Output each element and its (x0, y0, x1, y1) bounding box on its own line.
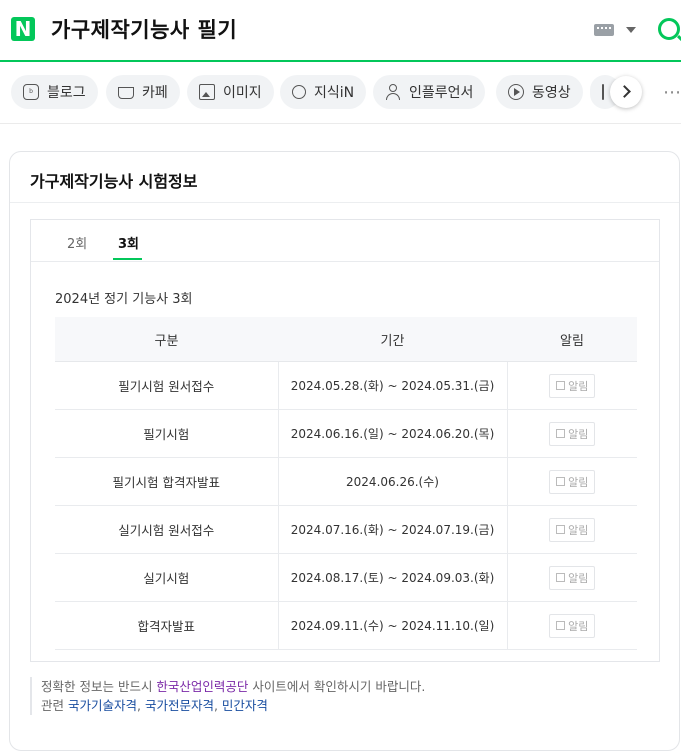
image-icon (199, 84, 215, 100)
search-tabs-bar: b 블로그 카페 이미지 지식iN 인플루언서 동영상 ⋯ (0, 63, 681, 124)
tab-image[interactable]: 이미지 (187, 75, 274, 109)
schedule-table: 구분 기간 알림 필기시험 원서접수 2024.05.28.(화) ~ 2024… (55, 317, 637, 650)
notice-prefix: 정확한 정보는 반드시 (41, 679, 157, 694)
notice-text: 정확한 정보는 반드시 한국산업인력공단 사이트에서 확인하시기 바랍니다. 관… (30, 677, 641, 715)
table-row: 필기시험 2024.06.16.(일) ~ 2024.06.20.(목) 알림 (55, 409, 637, 458)
alarm-label: 알림 (568, 427, 589, 441)
calendar-icon (556, 381, 566, 390)
schedule-period: 2024.06.26.(수) (277, 457, 508, 506)
tab-round-3[interactable]: 3회 (118, 233, 139, 252)
calendar-icon (556, 429, 566, 438)
alarm-button[interactable]: 알림 (549, 613, 596, 638)
calendar-icon (556, 621, 566, 630)
table-row: 실기시험 2024.08.17.(토) ~ 2024.09.03.(화) 알림 (55, 553, 637, 602)
related-label: 관련 (41, 698, 68, 713)
link-national-professional[interactable]: 국가전문자격 (145, 698, 214, 713)
blog-icon: b (23, 84, 39, 100)
schedule-period: 2024.08.17.(토) ~ 2024.09.03.(화) (277, 553, 508, 602)
tab-label: 블로그 (47, 85, 86, 101)
link-private[interactable]: 민간자격 (222, 698, 268, 713)
tab-label: 이미지 (223, 85, 262, 101)
tab-label: 지식iN (314, 85, 355, 101)
naver-logo[interactable]: N (11, 17, 35, 41)
schedule-item: 실기시험 원서접수 (55, 505, 278, 554)
notice-suffix: 사이트에서 확인하시기 바랍니다. (248, 679, 426, 694)
schedule-item: 필기시험 (55, 409, 278, 458)
alarm-button[interactable]: 알림 (549, 565, 596, 590)
schedule-period: 2024.07.16.(화) ~ 2024.07.19.(금) (277, 505, 508, 554)
active-tab-indicator (113, 258, 142, 260)
column-header: 알림 (507, 317, 637, 362)
tab-label: 동영상 (532, 85, 571, 101)
search-query[interactable]: 가구제작기능사 필기 (51, 14, 237, 44)
schedule-period: 2024.06.16.(일) ~ 2024.06.20.(목) (277, 409, 508, 458)
alarm-label: 알림 (568, 571, 589, 585)
calendar-icon (556, 477, 566, 486)
schedule-item: 필기시험 원서접수 (55, 361, 278, 410)
chevron-down-icon[interactable] (626, 27, 636, 33)
person-icon (385, 84, 401, 100)
table-row: 실기시험 원서접수 2024.07.16.(화) ~ 2024.07.19.(금… (55, 505, 637, 554)
link-national-technical[interactable]: 국가기술자격 (68, 698, 137, 713)
alarm-button[interactable]: 알림 (549, 373, 596, 398)
chevron-right-icon[interactable] (610, 76, 642, 108)
tab-blog[interactable]: b 블로그 (11, 75, 98, 109)
calendar-icon (556, 573, 566, 582)
search-icon[interactable] (658, 18, 680, 40)
column-header: 기간 (278, 317, 507, 362)
table-row: 필기시험 원서접수 2024.05.28.(화) ~ 2024.05.31.(금… (55, 361, 637, 410)
schedule-period: 2024.09.11.(수) ~ 2024.11.10.(일) (277, 601, 508, 650)
tab-video[interactable]: 동영상 (496, 75, 583, 109)
round-tabs: 2회 3회 (31, 220, 659, 262)
card-title: 가구제작기능사 시험정보 (30, 172, 198, 191)
more-icon[interactable]: ⋯ (663, 82, 681, 103)
tab-influencer[interactable]: 인플루언서 (373, 75, 486, 109)
alarm-label: 알림 (568, 379, 589, 393)
hrdk-link[interactable]: 한국산업인력공단 (156, 679, 248, 694)
alarm-button[interactable]: 알림 (549, 517, 596, 542)
table-row: 필기시험 합격자발표 2024.06.26.(수) 알림 (55, 457, 637, 506)
schedule-item: 실기시험 (55, 553, 278, 602)
alarm-button[interactable]: 알림 (549, 421, 596, 446)
tab-label: 카페 (142, 85, 168, 101)
tab-label: 인플루언서 (409, 85, 474, 101)
shopping-icon (602, 84, 604, 100)
alarm-label: 알림 (568, 523, 589, 537)
divider (10, 202, 679, 203)
cafe-icon (118, 87, 134, 99)
schedule-period: 2024.05.28.(화) ~ 2024.05.31.(금) (277, 361, 508, 410)
alarm-button[interactable]: 알림 (549, 469, 596, 494)
alarm-label: 알림 (568, 475, 589, 489)
exam-schedule-panel: 2회 3회 2024년 정기 기능사 3회 구분 기간 알림 필기시험 원서접수… (30, 219, 660, 662)
exam-info-card: 가구제작기능사 시험정보 2회 3회 2024년 정기 기능사 3회 구분 기간… (9, 151, 680, 751)
table-row: 합격자발표 2024.09.11.(수) ~ 2024.11.10.(일) 알림 (55, 601, 637, 650)
alarm-label: 알림 (568, 619, 589, 633)
calendar-icon (556, 525, 566, 534)
notice-line-1: 정확한 정보는 반드시 한국산업인력공단 사이트에서 확인하시기 바랍니다. (41, 677, 641, 696)
play-icon (508, 84, 524, 100)
tab-round-2[interactable]: 2회 (67, 233, 87, 252)
keyboard-icon[interactable] (594, 24, 614, 36)
notice-line-2: 관련 국가기술자격, 국가전문자격, 민간자격 (41, 698, 268, 713)
question-icon (292, 85, 306, 99)
schedule-item: 합격자발표 (55, 601, 278, 650)
schedule-item: 필기시험 합격자발표 (55, 457, 278, 506)
column-header: 구분 (55, 317, 278, 362)
tab-kin[interactable]: 지식iN (280, 75, 367, 109)
tab-cafe[interactable]: 카페 (106, 75, 180, 109)
search-header: N 가구제작기능사 필기 (0, 0, 681, 62)
schedule-subtitle: 2024년 정기 기능사 3회 (55, 292, 193, 307)
